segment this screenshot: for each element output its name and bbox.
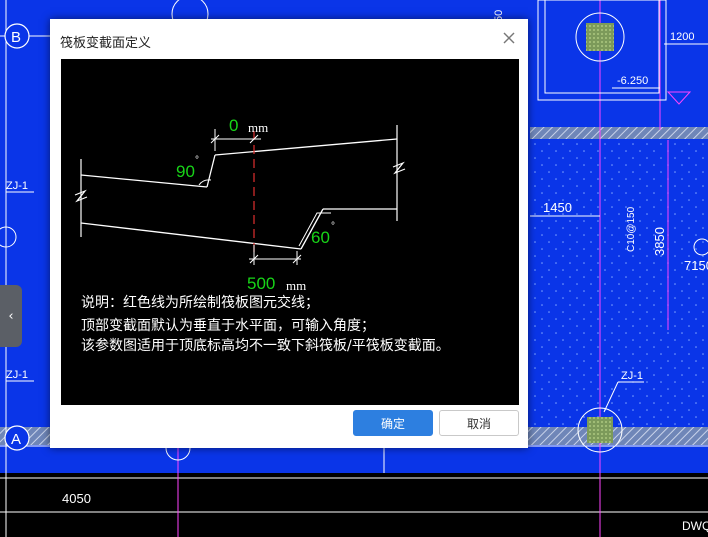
title-corner-label: DWQ8	[682, 519, 708, 533]
pile-cap	[586, 23, 614, 51]
elevation-label: -6.250	[617, 75, 648, 87]
description-line-2: 顶部变截面默认为垂直于水平面，可输入角度；	[81, 317, 375, 334]
slab-top-right	[214, 138, 398, 156]
slab-top-step	[206, 154, 216, 188]
pile-cap	[587, 417, 613, 443]
pile-label-zj1: ZJ-1	[621, 370, 643, 382]
bottom-offset-unit: mm	[286, 278, 306, 293]
bottom-angle-value: 60	[311, 228, 330, 247]
rebar-label: C10@150	[626, 206, 637, 252]
top-offset-unit: mm	[248, 120, 268, 135]
bottom-offset-value: 500	[247, 274, 275, 293]
dialog-title: 筏板变截面定义	[60, 36, 152, 51]
dark-band	[0, 473, 708, 537]
cancel-button[interactable]: 取消	[439, 410, 519, 436]
parameter-diagram: 0 mm 90 ° 60 ° 500 mm 说明：红色线为所绘制筏板图元交线； …	[61, 59, 519, 405]
pile-label-zj1: ZJ-1	[6, 369, 28, 381]
top-angle-degree: °	[195, 155, 199, 166]
break-mark-right	[392, 161, 406, 175]
description-line-3: 该参数图适用于顶底标高均不一致下斜筏板/平筏板变截面。	[81, 337, 450, 354]
side-panel-toggle[interactable]: ‹	[0, 285, 22, 347]
dim-label-3850: 3850	[652, 227, 667, 256]
hatch-band-top	[530, 127, 708, 139]
top-offset-value: 0	[229, 116, 238, 135]
confirm-button[interactable]: 确定	[353, 410, 433, 436]
break-mark-left	[74, 189, 88, 203]
raft-section-dialog: 筏板变截面定义 0 mm 90 ° 60 ° 500 mm 说明：红色线为所绘制…	[50, 19, 528, 448]
dim-label-1450: 1450	[543, 200, 572, 215]
chevron-left-icon: ‹	[8, 308, 14, 324]
description-line-1: 说明：红色线为所绘制筏板图元交线；	[81, 294, 319, 311]
dim-label-4050: 4050	[62, 491, 91, 506]
bottom-angle-degree: °	[331, 221, 335, 232]
close-icon[interactable]	[498, 27, 520, 49]
axis-label-b: B	[11, 29, 21, 46]
dim-label-1200: 1200	[670, 31, 694, 43]
axis-label-a: A	[11, 431, 21, 448]
slab-bottom-left	[80, 222, 302, 250]
dotted-slab-region	[530, 140, 708, 428]
pile-label-zj1: ZJ-1	[6, 180, 28, 192]
top-angle-value: 90	[176, 162, 195, 181]
dim-label-7150: 7150	[684, 258, 708, 273]
